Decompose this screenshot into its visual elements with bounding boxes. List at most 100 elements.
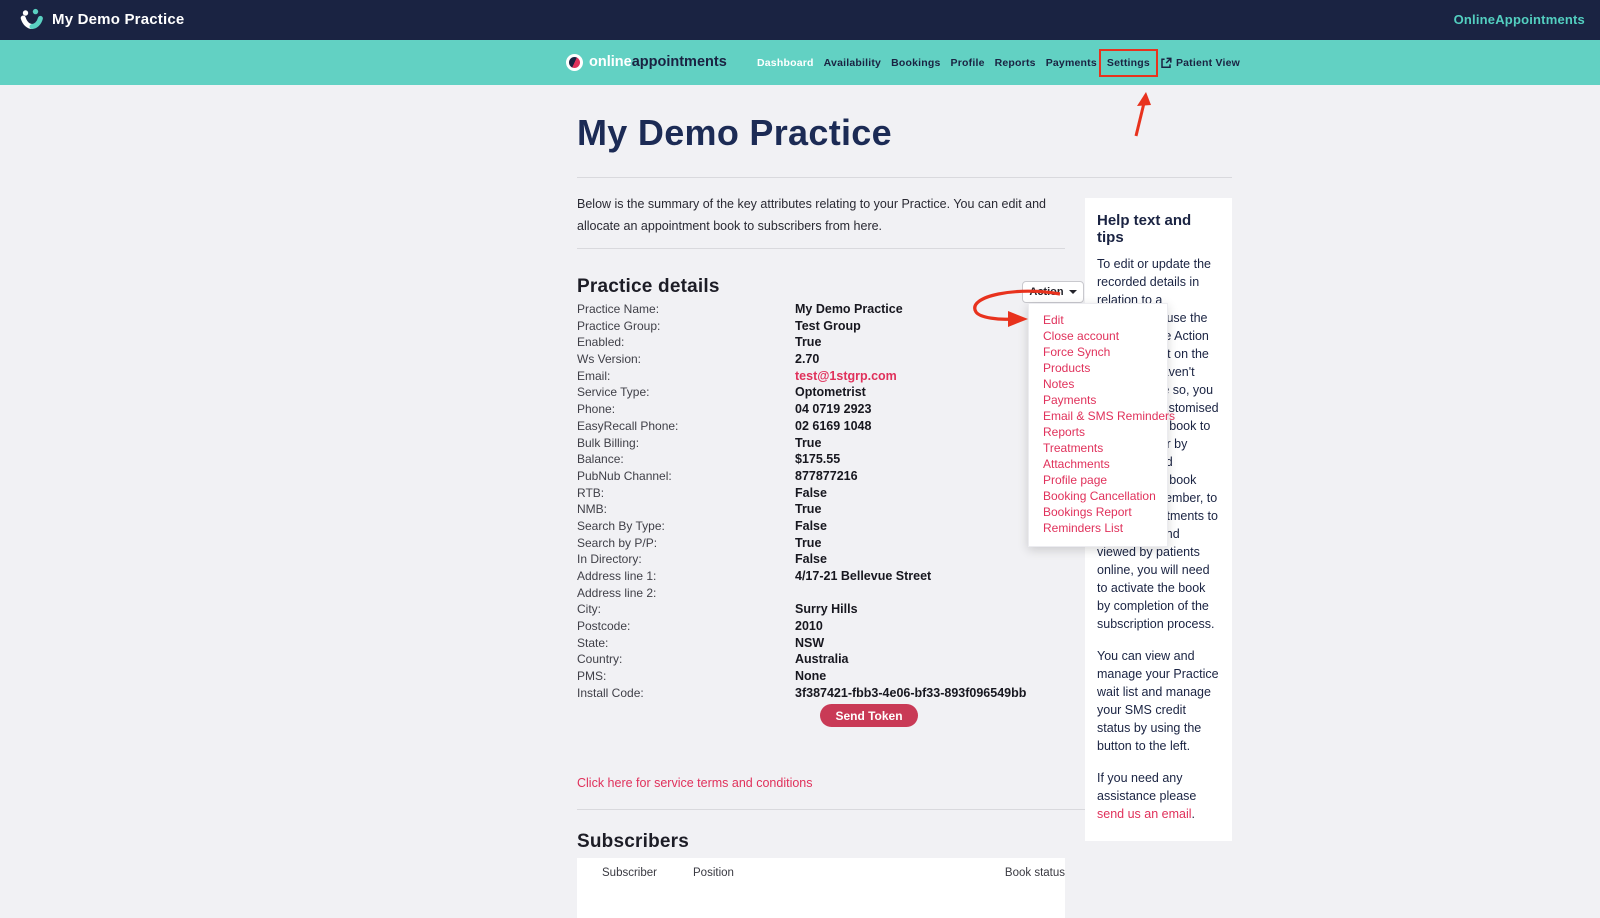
detail-row: Email: test@1stgrp.com [577,369,1065,386]
detail-label: Address line 1: [577,569,795,583]
detail-value: 2010 [795,619,823,633]
detail-label: Ws Version: [577,352,795,366]
detail-label: Postcode: [577,619,795,633]
detail-label: NMB: [577,502,795,516]
send-token-button[interactable]: Send Token [820,704,918,727]
practice-smiley-logo-icon [20,8,44,31]
detail-value: True [795,502,821,516]
detail-label: Email: [577,369,795,383]
external-link-icon [1160,57,1172,69]
nav-item[interactable]: Settings [1107,57,1150,69]
nav-item[interactable]: Profile [951,57,985,69]
action-menu-item[interactable]: Close account [1029,328,1167,344]
detail-value: Optometrist [795,385,866,399]
detail-label: Balance: [577,452,795,466]
detail-row: NMB: True [577,502,1065,519]
detail-row: State: NSW [577,636,1065,653]
annotation-arrow-to-settings-icon [1125,90,1159,140]
action-menu-item[interactable]: Attachments [1029,456,1167,472]
detail-value: True [795,536,821,550]
detail-value: 02 6169 1048 [795,419,871,433]
intro-text: Below is the summary of the key attribut… [577,194,1077,238]
brand-online-text: online [589,54,632,70]
detail-label: Install Code: [577,686,795,700]
detail-value[interactable]: test@1stgrp.com [795,369,897,383]
main-nav-bar: onlineappointments Dashboard [0,40,1600,85]
practice-details-heading: Practice details [577,276,720,298]
detail-label: Search By Type: [577,519,795,533]
nav-menu: Dashboard Availability [757,40,1240,85]
detail-label: Enabled: [577,335,795,349]
detail-label: RTB: [577,486,795,500]
detail-value: None [795,669,826,683]
detail-row: Enabled: True [577,335,1065,352]
nav-item[interactable]: Payments [1046,57,1097,69]
nav-item[interactable]: Reports [995,57,1036,69]
action-menu-item[interactable]: Bookings Report [1029,504,1167,520]
top-bar-brand-link[interactable]: OnlineAppointments [1454,12,1585,27]
detail-row: In Directory: False [577,552,1065,569]
detail-row: Bulk Billing: True [577,436,1065,453]
detail-label: Bulk Billing: [577,436,795,450]
detail-value: True [795,436,821,450]
detail-label: In Directory: [577,552,795,566]
action-menu-item[interactable]: Notes [1029,376,1167,392]
top-bar: My Demo Practice OnlineAppointments [0,0,1600,40]
action-dropdown-menu: Edit Close account Force Synch Products … [1028,303,1168,547]
page: My Demo Practice OnlineAppointments onli… [0,0,1600,876]
detail-label: Practice Group: [577,319,795,333]
action-menu-item[interactable]: Email & SMS Reminders [1029,408,1167,424]
nav-item[interactable]: Availability [824,57,881,69]
action-menu-item[interactable]: Payments [1029,392,1167,408]
brand-appointments-text: appointments [632,54,727,70]
detail-value: NSW [795,636,824,650]
assist-text: If you need any assistance please [1097,771,1196,803]
detail-value: False [795,519,827,533]
detail-row: Service Type: Optometrist [577,385,1065,402]
assist-text-suffix: . [1192,807,1195,821]
nav-item[interactable]: Bookings [891,57,940,69]
detail-label: State: [577,636,795,650]
terms-and-conditions-link[interactable]: Click here for service terms and conditi… [577,776,813,790]
detail-row: RTB: False [577,486,1065,503]
detail-value: Test Group [795,319,861,333]
detail-value: 877877216 [795,469,858,483]
detail-label: City: [577,602,795,616]
detail-row: PMS: None [577,669,1065,686]
action-menu-item[interactable]: Force Synch [1029,344,1167,360]
subscribers-table: Subscriber Position Book status [577,858,1065,918]
detail-value: True [795,335,821,349]
action-menu-item[interactable]: Reports [1029,424,1167,440]
detail-row: Search by P/P: True [577,536,1065,553]
send-email-link[interactable]: send us an email [1097,807,1192,821]
action-menu-item[interactable]: Products [1029,360,1167,376]
subscribers-column-header: Subscriber [602,867,693,879]
detail-label: EasyRecall Phone: [577,419,795,433]
detail-label: Search by P/P: [577,536,795,550]
detail-value: Australia [795,652,849,666]
subscribers-heading: Subscribers [577,831,689,853]
detail-row: Search By Type: False [577,519,1065,536]
top-bar-practice-title: My Demo Practice [52,11,184,28]
divider [577,248,1065,249]
action-menu-item[interactable]: Treatments [1029,440,1167,456]
help-panel-title: Help text and tips [1097,212,1220,246]
action-menu-item[interactable]: Reminders List [1029,520,1167,536]
detail-label: Phone: [577,402,795,416]
detail-label: Service Type: [577,385,795,399]
nav-item[interactable]: Patient View [1160,57,1240,69]
divider [577,177,1232,178]
detail-value: 04 0719 2923 [795,402,871,416]
detail-row: Balance: $175.55 [577,452,1065,469]
detail-row: Phone: 04 0719 2923 [577,402,1065,419]
detail-row: Postcode: 2010 [577,619,1065,636]
annotation-arrow-to-edit-icon [948,288,1066,328]
detail-row: City: Surry Hills [577,602,1065,619]
detail-value: 4/17-21 Bellevue Street [795,569,931,583]
detail-label: PubNub Channel: [577,469,795,483]
detail-label: Address line 2: [577,586,795,600]
action-menu-item[interactable]: Profile page [1029,472,1167,488]
detail-label: Country: [577,652,795,666]
action-menu-item[interactable]: Booking Cancellation [1029,488,1167,504]
nav-item[interactable]: Dashboard [757,57,814,69]
